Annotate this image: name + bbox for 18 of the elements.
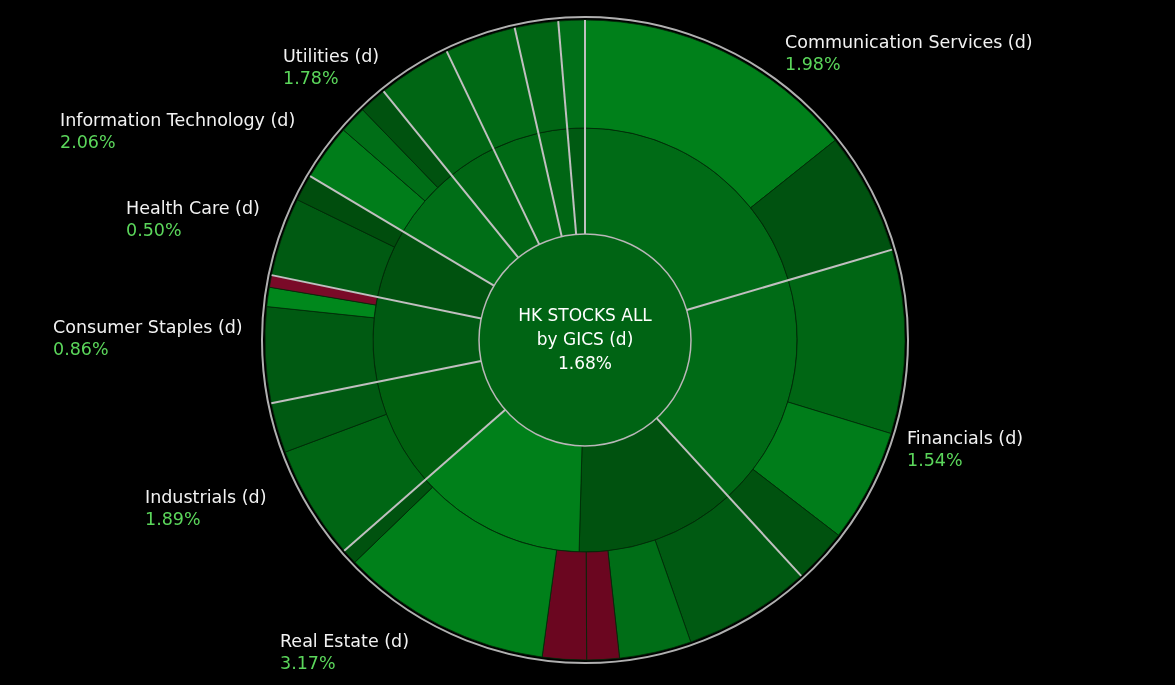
sector-label: Health Care (d) [126, 198, 260, 218]
sector-change: 0.86% [53, 339, 109, 359]
sector-change: 1.54% [907, 450, 963, 470]
chart-title: HK STOCKS ALL by GICS (d) [518, 305, 652, 349]
sector-change: 1.98% [785, 54, 841, 74]
total-change: 1.68% [558, 353, 612, 373]
sector-change: 1.89% [145, 509, 201, 529]
sector-label: Information Technology (d) [60, 110, 296, 130]
sector-change: 0.50% [126, 220, 182, 240]
sector-label: Communication Services (d) [785, 32, 1033, 52]
sector-change: 2.06% [60, 132, 116, 152]
sector-label: Real Estate (d) [280, 631, 409, 651]
sector-change: 1.78% [283, 68, 339, 88]
sector-label: Financials (d) [907, 428, 1024, 448]
sector-label: Industrials (d) [145, 487, 267, 507]
sector-change: 3.17% [280, 653, 336, 673]
sector-label: Consumer Staples (d) [53, 317, 243, 337]
sector-label: Utilities (d) [283, 46, 380, 66]
